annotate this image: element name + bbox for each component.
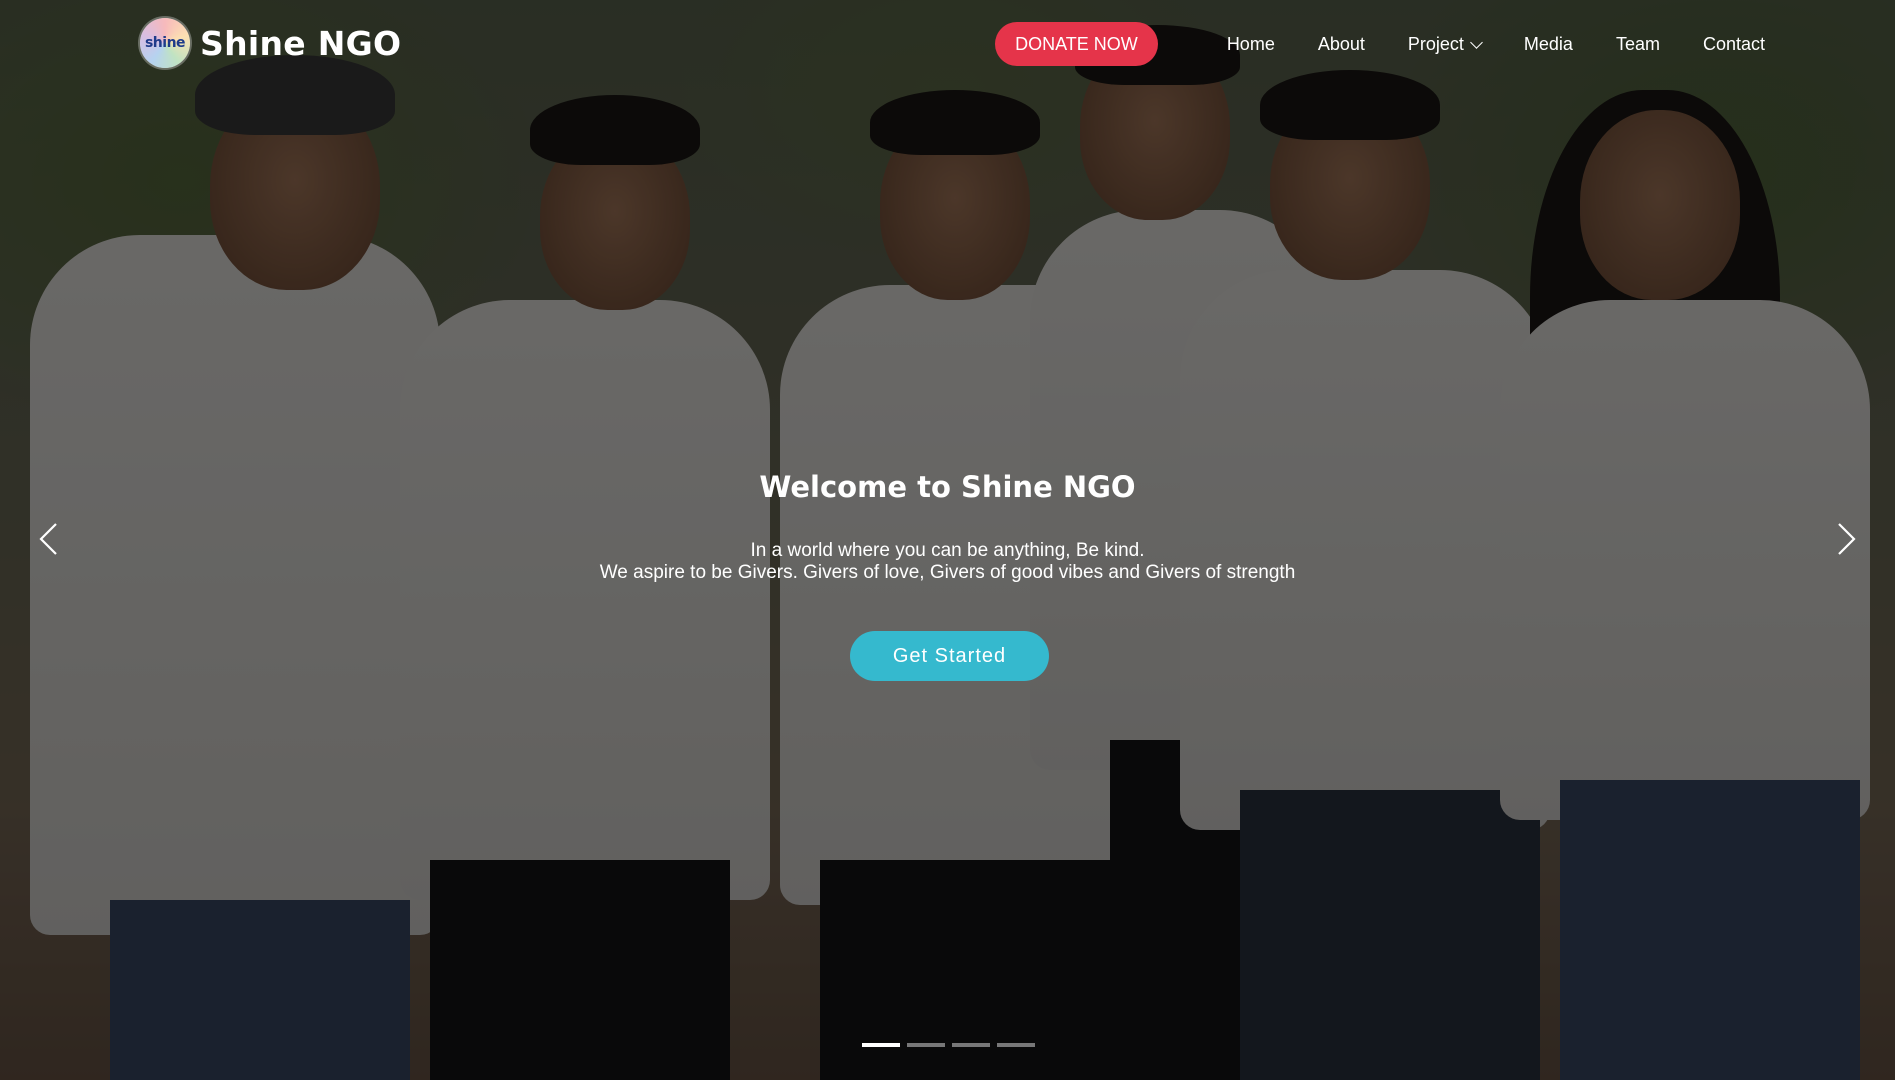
nav-item-contact[interactable]: Contact xyxy=(1703,34,1765,55)
nav-item-home[interactable]: Home xyxy=(1227,34,1275,55)
carousel-indicators xyxy=(862,1043,1035,1047)
nav-item-label: Team xyxy=(1615,33,1660,54)
carousel-indicator-4[interactable] xyxy=(997,1043,1035,1047)
brand-name: Shine NGO xyxy=(200,23,402,63)
nav-item-label: Home xyxy=(1226,33,1275,54)
nav-item-label: Contact xyxy=(1702,33,1765,54)
main-navigation: DONATE NOW Home About Project Media Team… xyxy=(995,22,1765,66)
hero-title: Welcome to Shine NGO xyxy=(759,470,1136,504)
nav-item-team[interactable]: Team xyxy=(1616,34,1660,55)
nav-item-media[interactable]: Media xyxy=(1524,34,1573,55)
chevron-down-icon xyxy=(1470,35,1483,49)
hero-tagline-line-2: We aspire to be Givers. Givers of love, … xyxy=(599,562,1296,583)
nav-item-about[interactable]: About xyxy=(1318,34,1365,55)
get-started-button[interactable]: Get Started xyxy=(850,631,1049,681)
carousel-indicator-3[interactable] xyxy=(952,1043,990,1047)
hero-tagline-line-1: In a world where you can be anything, Be… xyxy=(750,540,1145,561)
nav-item-project[interactable]: Project xyxy=(1407,33,1483,55)
site-logo-link[interactable]: shine Shine NGO xyxy=(140,18,401,68)
hero-caption: Welcome to Shine NGO In a world where yo… xyxy=(0,470,1895,584)
nav-item-label: Project xyxy=(1407,33,1464,54)
shine-logo-icon: shine xyxy=(140,18,190,68)
carousel-indicator-2[interactable] xyxy=(907,1043,945,1047)
nav-item-label: Media xyxy=(1523,33,1573,54)
carousel-indicator-1[interactable] xyxy=(862,1043,900,1047)
hero-carousel: shine Shine NGO DONATE NOW Home About Pr… xyxy=(0,0,1895,1080)
logo-text: shine xyxy=(144,35,186,51)
nav-item-label: About xyxy=(1317,33,1365,54)
donate-now-button[interactable]: DONATE NOW xyxy=(995,22,1158,66)
